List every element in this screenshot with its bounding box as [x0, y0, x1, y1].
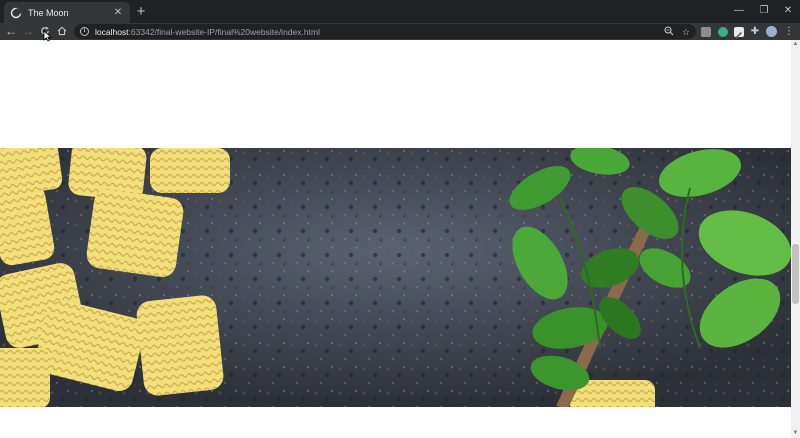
- browser-toolbar: ← → i localhost:63342/final-website-IP/f…: [0, 23, 800, 40]
- mouse-cursor-icon: [43, 30, 53, 42]
- scroll-down-icon[interactable]: ▼: [792, 429, 799, 438]
- url-host: localhost: [95, 26, 129, 37]
- moon-icon: [10, 7, 22, 19]
- forward-arrow-icon[interactable]: →: [21, 24, 35, 39]
- vertical-scrollbar[interactable]: ▲ ▼: [791, 40, 800, 438]
- extension-pencil-icon[interactable]: [734, 27, 744, 39]
- minimize-icon[interactable]: —: [730, 3, 748, 19]
- page-viewport: ▲ ▼: [0, 40, 800, 438]
- back-arrow-icon[interactable]: ←: [4, 24, 18, 39]
- extensions-puzzle-icon[interactable]: ✚: [748, 24, 762, 39]
- zoom-icon[interactable]: [664, 25, 674, 38]
- scroll-up-icon[interactable]: ▲: [792, 40, 799, 49]
- url-path: :63342/final-website-IP/final%20website/…: [128, 26, 320, 37]
- menu-kebab-icon[interactable]: ⋮: [782, 24, 796, 39]
- close-icon[interactable]: ✕: [112, 7, 124, 19]
- info-icon[interactable]: i: [80, 27, 89, 36]
- extension-green-icon[interactable]: [718, 27, 728, 37]
- browser-tab-strip: The Moon ✕ + — ❐ ✕: [0, 0, 800, 23]
- bookmark-star-icon[interactable]: ☆: [682, 27, 690, 37]
- plus-icon[interactable]: +: [134, 4, 148, 20]
- hero-image: [0, 148, 791, 407]
- scroll-thumb[interactable]: [792, 244, 799, 304]
- home-icon[interactable]: [55, 24, 69, 39]
- browser-tab[interactable]: The Moon ✕: [4, 2, 130, 23]
- address-bar[interactable]: i localhost:63342/final-website-IP/final…: [74, 24, 696, 39]
- profile-avatar-icon[interactable]: [766, 26, 777, 37]
- extension-gray-icon[interactable]: [701, 27, 711, 37]
- close-window-icon[interactable]: ✕: [779, 3, 797, 19]
- restore-icon[interactable]: ❐: [755, 3, 773, 19]
- tab-title: The Moon: [28, 7, 69, 18]
- url-text: localhost:63342/final-website-IP/final%2…: [95, 27, 320, 37]
- pasta-basil-photo: [0, 148, 791, 407]
